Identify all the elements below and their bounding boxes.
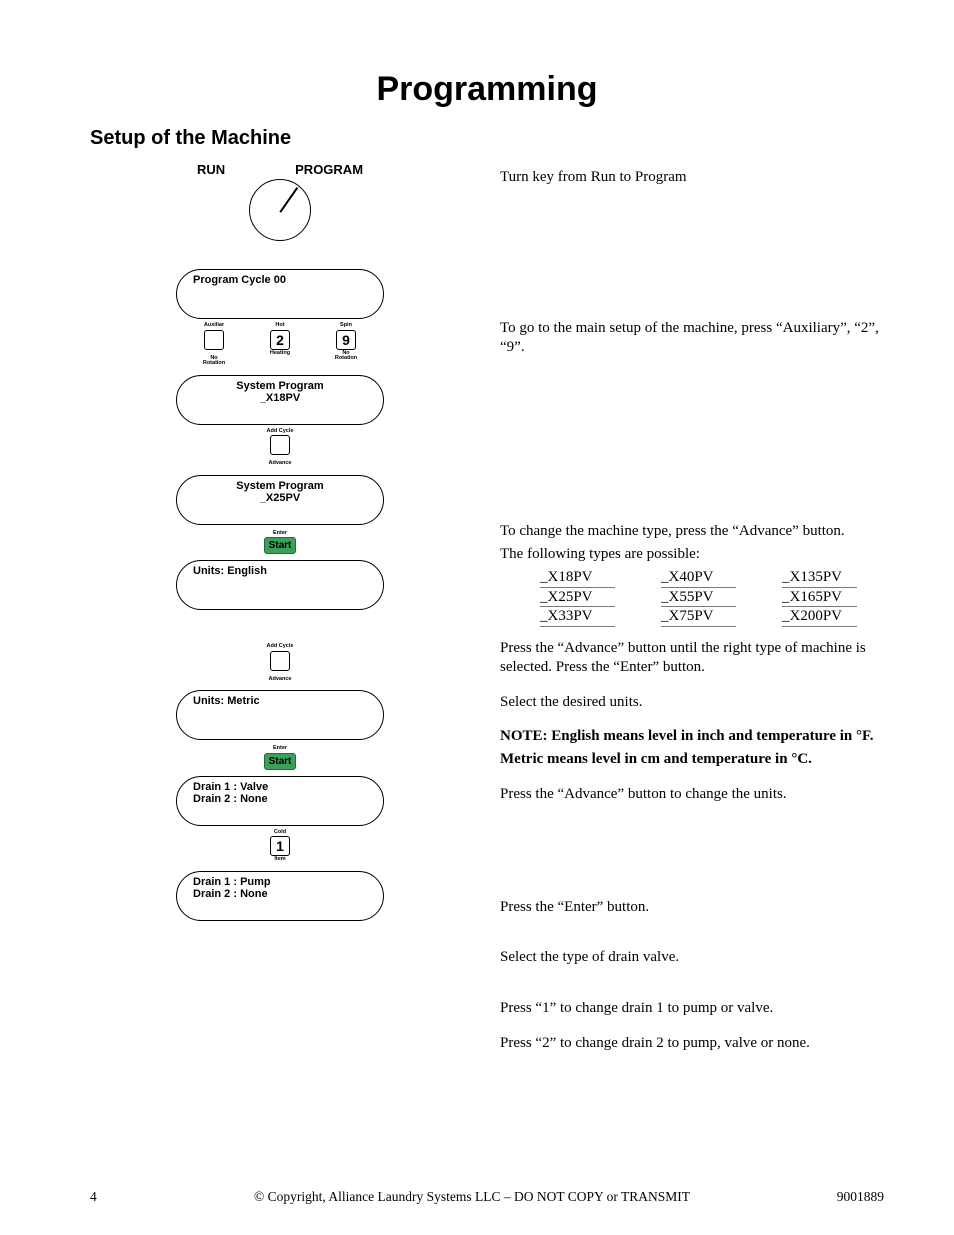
display-system-x18: System Program _X18PV [176, 375, 384, 425]
instr-advance-units: Press the “Advance” button to change the… [500, 785, 884, 804]
display-units-english: Units: English [176, 560, 384, 610]
program-label: PROGRAM [295, 162, 363, 177]
page-footer: 4 © Copyright, Alliance Laundry Systems … [90, 1189, 884, 1205]
advance-button[interactable]: Add Cycle Advance [266, 429, 294, 467]
note-english: NOTE: English means level in inch and te… [500, 727, 884, 746]
copyright-text: © Copyright, Alliance Laundry Systems LL… [140, 1189, 804, 1205]
instr-press-advance: Press the “Advance” button until the rig… [500, 639, 884, 677]
nine-button[interactable]: Spin 9 No Rotation [332, 323, 360, 367]
display-program-cycle: Program Cycle 00 [176, 269, 384, 319]
instr-select-drain: Select the type of drain valve. [500, 948, 884, 967]
two-button[interactable]: Hot 2 Heating [266, 323, 294, 367]
section-heading: Setup of the Machine [90, 127, 884, 150]
start-button-2[interactable]: Enter Start [263, 746, 297, 770]
instr-turn-key: Turn key from Run to Program [500, 168, 884, 187]
machine-types-list: _X18PV _X25PV _X33PV _X40PV _X55PV _X75P… [540, 568, 884, 627]
auxiliary-button[interactable]: Auxiliar No Rotation [200, 323, 228, 367]
instr-types-possible: The following types are possible: [500, 545, 884, 564]
display-drain-valve: Drain 1 : Valve Drain 2 : None [176, 776, 384, 826]
instr-press-2: Press “2” to change drain 2 to pump, val… [500, 1034, 884, 1053]
key-switch-icon [249, 179, 311, 241]
advance-button-2[interactable]: Add Cycle Advance [266, 644, 294, 682]
instr-change-type: To change the machine type, press the “A… [500, 522, 884, 541]
display-system-x25: System Program _X25PV [176, 475, 384, 525]
one-button[interactable]: Cold 1 Item [266, 830, 294, 863]
display-units-metric: Units: Metric [176, 690, 384, 740]
right-column: Turn key from Run to Program To go to th… [500, 158, 884, 1057]
page-title: Programming [90, 70, 884, 109]
doc-number: 9001889 [804, 1189, 884, 1205]
run-label: RUN [197, 162, 225, 177]
instr-press-1: Press “1” to change drain 1 to pump or v… [500, 999, 884, 1018]
start-button[interactable]: Enter Start [263, 531, 297, 555]
note-metric: Metric means level in cm and temperature… [500, 750, 884, 769]
instr-select-units: Select the desired units. [500, 693, 884, 712]
instr-main-setup: To go to the main setup of the machine, … [500, 319, 884, 357]
left-column: RUN PROGRAM Program Cycle 00 Auxiliar No… [90, 158, 470, 1057]
page-number: 4 [90, 1189, 140, 1205]
instr-press-enter: Press the “Enter” button. [500, 898, 884, 917]
display-drain-pump: Drain 1 : Pump Drain 2 : None [176, 871, 384, 921]
